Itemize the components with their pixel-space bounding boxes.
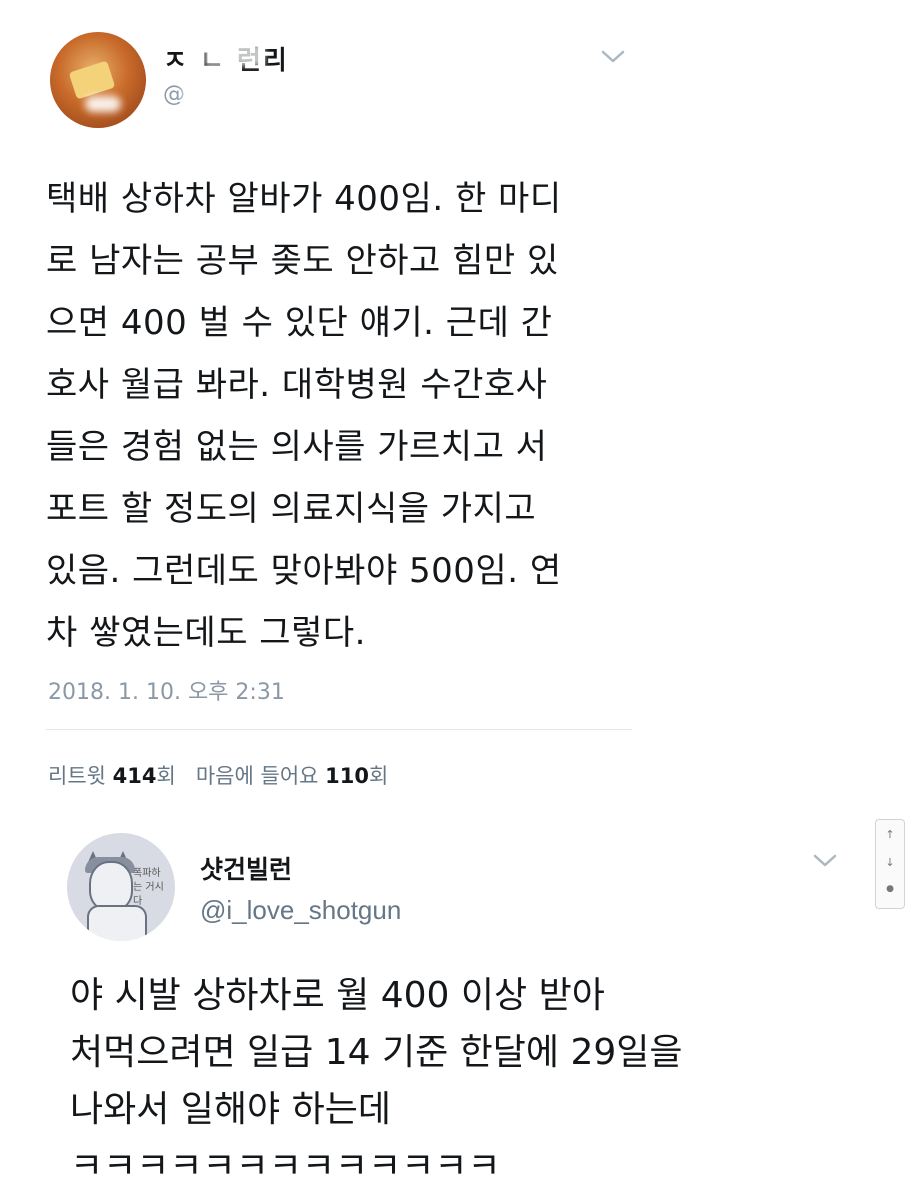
likes-label: 마음에 들어요 bbox=[195, 764, 319, 788]
reply-user-avatar[interactable]: 폭파하는 거시다 bbox=[67, 833, 175, 941]
tweet-text-line: 있음. 그런데도 맞아봐야 500임. 연 bbox=[46, 551, 562, 591]
tweet-text-line: 호사 월급 봐라. 대학병원 수간호사 bbox=[46, 365, 548, 405]
reply-tweet-text: 야 시발 상하차로 월 400 이상 받아 처먹으려면 일급 14 기준 한달에… bbox=[70, 967, 830, 1195]
likes-count: 110 bbox=[325, 764, 369, 788]
tweet-stats: 리트윗 414회 마음에 들어요 110회 bbox=[48, 760, 388, 790]
tweet-text-line: 포트 할 정도의 의료지식을 가지고 bbox=[46, 489, 537, 529]
retweets-count: 414 bbox=[112, 764, 157, 788]
chevron-down-icon[interactable] bbox=[810, 851, 840, 871]
name-blur-mask bbox=[205, 44, 265, 66]
reply-display-name[interactable]: 샷건빌런 bbox=[200, 850, 292, 886]
user-avatar[interactable] bbox=[50, 32, 146, 128]
avatar-cheese-graphic bbox=[68, 60, 116, 100]
user-handle[interactable]: @ bbox=[163, 82, 185, 107]
tweet-text-line: 로 남자는 공부 좆도 안하고 힘만 있 bbox=[46, 241, 559, 281]
likes-stat[interactable]: 마음에 들어요 110회 bbox=[196, 764, 388, 788]
tweet-text-line: 차 쌓였는데도 그렇다. bbox=[46, 613, 366, 653]
tweet-text-line: 야 시발 상하차로 월 400 이상 받아 bbox=[70, 975, 605, 1016]
retweets-label: 리트윗 bbox=[48, 764, 106, 788]
tweet-text-line: 들은 경험 없는 의사를 가르치고 서 bbox=[46, 427, 548, 467]
scroll-down-icon[interactable]: ↓ bbox=[876, 856, 904, 869]
tweet-text-line: 처먹으려면 일급 14 기준 한달에 29일을 bbox=[70, 1032, 683, 1073]
tweet-timestamp[interactable]: 2018. 1. 10. 오후 2:31 bbox=[48, 674, 285, 706]
retweets-unit: 회 bbox=[156, 764, 176, 788]
scroll-up-icon[interactable]: ↑ bbox=[876, 828, 904, 841]
tweet-text-line: 으면 400 벌 수 있단 얘기. 근데 간 bbox=[46, 303, 553, 343]
likes-unit: 회 bbox=[369, 764, 389, 788]
side-controls: ↑ ↓ ● bbox=[875, 819, 905, 909]
avatar-face bbox=[89, 861, 133, 911]
handle-blur-mask bbox=[183, 84, 373, 106]
tweet-text-line: ㅋㅋㅋㅋㅋㅋㅋㅋㅋㅋㅋㅋㅋ bbox=[70, 1146, 501, 1187]
tweet-original: ㅈ ㄴ 런리 @ 택배 상하차 알바가 400임. 한 마디 로 남자는 공부 … bbox=[0, 0, 919, 805]
tweet-text-line: 택배 상하차 알바가 400임. 한 마디 bbox=[46, 179, 562, 219]
chevron-down-icon[interactable] bbox=[598, 47, 628, 67]
tweet-text: 택배 상하차 알바가 400임. 한 마디 로 남자는 공부 좆도 안하고 힘만… bbox=[46, 168, 626, 664]
avatar-caption: 폭파하는 거시다 bbox=[133, 868, 164, 907]
reply-user-handle[interactable]: @i_love_shotgun bbox=[200, 895, 401, 926]
avatar-blur-mask bbox=[85, 96, 121, 112]
comment-icon[interactable]: ● bbox=[876, 884, 904, 894]
retweets-stat[interactable]: 리트윗 414회 bbox=[48, 764, 176, 788]
tweet-text-line: 나와서 일해야 하는데 bbox=[70, 1089, 391, 1130]
divider bbox=[46, 729, 632, 730]
avatar-body bbox=[87, 905, 147, 941]
